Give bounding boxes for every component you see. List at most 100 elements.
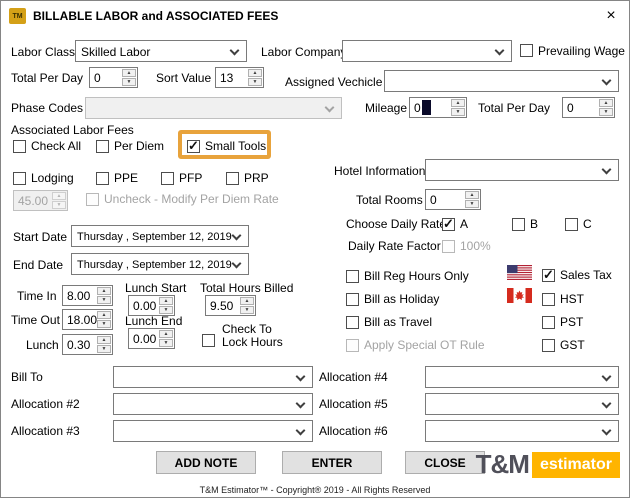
rate-a-checkbox[interactable] <box>442 216 455 232</box>
bill-as-travel-label: Bill as Travel <box>364 315 433 329</box>
spinner-down-icon[interactable]: ▼ <box>451 108 465 116</box>
spinner-up-icon[interactable]: ▲ <box>248 69 262 77</box>
total-per-day-spinner[interactable]: 0 ▲ ▼ <box>89 67 138 88</box>
uncheck-modify-per-diem-checkbox <box>86 193 99 206</box>
pfp-checkbox[interactable] <box>161 172 174 185</box>
spinner-up-icon[interactable]: ▲ <box>599 99 613 107</box>
mileage-value: 0 <box>414 101 421 115</box>
lunch-end-label: Lunch End <box>125 314 183 328</box>
time-out-spinner[interactable]: 18.00 ▲ ▼ <box>62 309 113 330</box>
end-date-value: Thursday , September 12, 2019 <box>77 259 232 271</box>
sales-tax-checkbox[interactable] <box>542 267 555 283</box>
mileage-label: Mileage <box>365 101 408 115</box>
prevailing-wage-checkbox[interactable] <box>520 44 533 57</box>
check-all-checkbox[interactable] <box>13 140 26 153</box>
spinner-up-icon[interactable]: ▲ <box>97 311 111 319</box>
lunch-value: 0.30 <box>67 338 91 352</box>
spinner-down-icon[interactable]: ▼ <box>159 339 173 347</box>
labor-company-combo[interactable] <box>342 40 512 62</box>
spinner-down-icon[interactable]: ▼ <box>159 306 173 314</box>
rate-a-label: A <box>460 217 469 231</box>
time-in-spinner[interactable]: 8.00 ▲ ▼ <box>62 285 113 306</box>
assigned-vehicle-combo[interactable] <box>384 70 619 92</box>
spinner-up-icon[interactable]: ▲ <box>159 297 173 305</box>
allocation-5-combo[interactable] <box>425 393 619 415</box>
allocation-3-combo[interactable] <box>113 420 313 442</box>
spinner-down-icon[interactable]: ▼ <box>122 78 136 86</box>
allocation-2-combo[interactable] <box>113 393 313 415</box>
spinner-down-icon[interactable]: ▼ <box>240 306 254 314</box>
spinner-down-icon[interactable]: ▼ <box>97 345 111 353</box>
per-diem-label: Per Diem <box>114 139 165 153</box>
ppe-checkbox[interactable] <box>96 172 109 185</box>
lodging-checkbox[interactable] <box>13 172 26 185</box>
chevron-down-icon <box>601 164 612 175</box>
prp-checkbox[interactable] <box>226 172 239 185</box>
spinner-up-icon[interactable]: ▲ <box>451 99 465 107</box>
spinner-up-icon[interactable]: ▲ <box>122 69 136 77</box>
spinner-up-icon[interactable]: ▲ <box>159 330 173 338</box>
bill-to-combo[interactable] <box>113 366 313 388</box>
hst-label: HST <box>560 292 584 306</box>
spinner-down-icon[interactable]: ▼ <box>465 200 479 208</box>
apply-special-ot-label: Apply Special OT Rule <box>364 338 485 352</box>
bill-as-holiday-checkbox[interactable] <box>346 293 359 306</box>
spinner-buttons: ▲ ▼ <box>159 330 173 347</box>
add-note-button[interactable]: ADD NOTE <box>156 451 256 474</box>
rate-c-checkbox[interactable] <box>565 218 578 231</box>
lock-hours-checkbox[interactable] <box>202 334 215 347</box>
per-diem-checkbox[interactable] <box>96 140 109 153</box>
spinner-up-icon[interactable]: ▲ <box>240 297 254 305</box>
canada-flag-icon <box>507 288 532 303</box>
allocation-6-combo[interactable] <box>425 420 619 442</box>
chevron-down-icon <box>601 75 612 86</box>
lunch-end-spinner[interactable]: 0.00 ▲ ▼ <box>128 328 175 349</box>
start-date-picker[interactable]: Thursday , September 12, 2019 <box>71 225 249 247</box>
copyright-text: T&M Estimator™ - Copyright® 2019 - All R… <box>199 485 431 495</box>
close-icon[interactable]: × <box>593 1 629 31</box>
labor-company-label: Labor Company <box>261 45 347 59</box>
labor-class-combo[interactable]: Skilled Labor <box>75 40 247 62</box>
phase-codes-value <box>86 98 341 102</box>
spinner-down-icon[interactable]: ▼ <box>97 320 111 328</box>
spinner-up-icon[interactable]: ▲ <box>97 287 111 295</box>
hotel-information-combo[interactable] <box>425 159 619 181</box>
labor-class-value: Skilled Labor <box>81 45 151 59</box>
spinner-up-icon[interactable]: ▲ <box>97 336 111 344</box>
enter-button[interactable]: ENTER <box>282 451 382 474</box>
lunch-start-spinner[interactable]: 0.00 ▲ ▼ <box>128 295 175 316</box>
ppe-label: PPE <box>114 171 139 185</box>
total-hours-billed-spinner[interactable]: 9.50 ▲ ▼ <box>205 295 256 316</box>
allocation-2-value <box>114 394 312 398</box>
associated-labor-fees-label: Associated Labor Fees <box>11 123 134 137</box>
assigned-vehicle-label: Assigned Vechicle <box>285 75 383 89</box>
end-date-picker[interactable]: Thursday , September 12, 2019 <box>71 253 249 275</box>
spinner-down-icon[interactable]: ▼ <box>248 78 262 86</box>
daily-rate-factor-value: 100% <box>460 239 491 253</box>
sort-value-spinner[interactable]: 13 ▲ ▼ <box>215 67 264 88</box>
gst-checkbox[interactable] <box>542 339 555 352</box>
allocation-4-combo[interactable] <box>425 366 619 388</box>
tm-estimator-logo: T&M estimator <box>476 449 620 480</box>
bill-reg-hours-checkbox[interactable] <box>346 270 359 283</box>
close-button[interactable]: CLOSE <box>405 451 485 474</box>
total-rooms-spinner[interactable]: 0 ▲ ▼ <box>425 189 481 210</box>
bill-as-travel-checkbox[interactable] <box>346 316 359 329</box>
labor-class-label: Labor Class <box>11 45 76 59</box>
total-per-day-label: Total Per Day <box>11 71 84 85</box>
total-per-day-2-spinner[interactable]: 0 ▲ ▼ <box>562 97 615 118</box>
spinner-up-icon[interactable]: ▲ <box>465 191 479 199</box>
allocation-3-label: Allocation #3 <box>11 424 80 438</box>
pst-checkbox[interactable] <box>542 316 555 329</box>
spinner-down-icon[interactable]: ▼ <box>97 296 111 304</box>
lunch-spinner[interactable]: 0.30 ▲ ▼ <box>62 334 113 355</box>
rate-b-checkbox[interactable] <box>512 218 525 231</box>
allocation-3-value <box>114 421 312 425</box>
mileage-spinner[interactable]: 0 ▲ ▼ <box>409 97 467 118</box>
hst-checkbox[interactable] <box>542 293 555 306</box>
small-tools-checkbox[interactable] <box>187 138 200 154</box>
spinner-buttons: ▲ ▼ <box>159 297 173 314</box>
spinner-buttons: ▲ ▼ <box>248 69 262 86</box>
spinner-down-icon[interactable]: ▼ <box>599 108 613 116</box>
allocation-6-value <box>426 421 618 425</box>
